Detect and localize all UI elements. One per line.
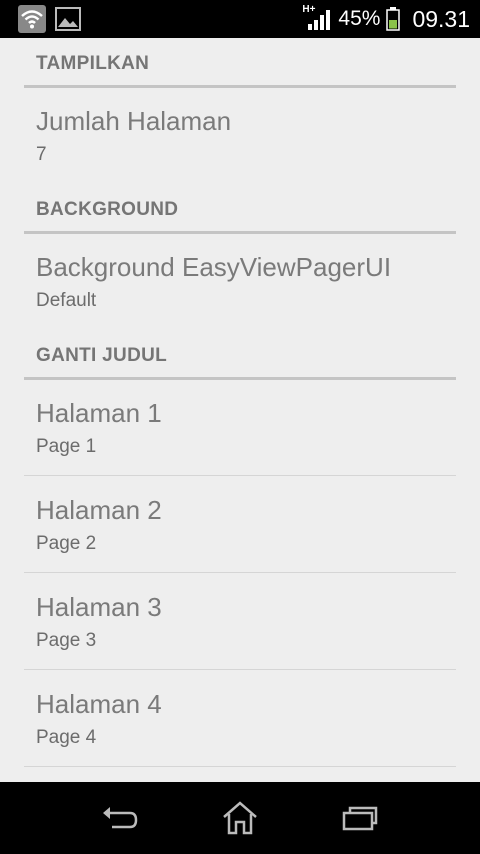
pref-title: Halaman 2	[36, 495, 162, 525]
navigation-bar	[0, 782, 480, 854]
home-icon	[223, 801, 257, 835]
pref-summary: Page 1	[36, 436, 97, 457]
recent-apps-icon	[342, 806, 378, 831]
battery-percent: 45%	[338, 7, 381, 30]
pref-summary: Default	[36, 290, 97, 311]
pref-background[interactable]: Background EasyViewPagerUI Default	[24, 232, 456, 328]
pref-halaman-1[interactable]: Halaman 1 Page 1	[24, 378, 456, 475]
pref-title: Halaman 3	[36, 592, 162, 622]
section-header-label: GANTI JUDUL	[36, 345, 168, 366]
home-button[interactable]	[210, 796, 270, 840]
status-bar: H+ 45% 09.31	[0, 0, 480, 38]
back-button[interactable]	[90, 796, 150, 840]
pref-title: Jumlah Halaman	[36, 106, 232, 136]
pref-title: Halaman 1	[36, 398, 162, 428]
clock: 09.31	[412, 5, 470, 32]
battery-icon	[386, 7, 401, 31]
pref-jumlah-halaman[interactable]: Jumlah Halaman 7	[24, 86, 456, 182]
list-divider	[24, 766, 456, 767]
pref-halaman-2[interactable]: Halaman 2 Page 2	[24, 476, 456, 572]
pref-title: Background EasyViewPagerUI	[36, 252, 392, 282]
pref-title: Halaman 4	[36, 689, 162, 719]
pref-summary: 7	[36, 144, 47, 165]
preferences-list: TAMPILKAN Jumlah Halaman 7 BACKGROUND Ba…	[0, 38, 480, 782]
section-header-label: TAMPILKAN	[36, 53, 150, 74]
back-icon	[103, 807, 138, 829]
section-header-ganti-judul: GANTI JUDUL	[24, 328, 456, 380]
wifi-icon	[18, 5, 46, 33]
section-header-tampilkan: TAMPILKAN	[24, 38, 456, 88]
pref-halaman-3[interactable]: Halaman 3 Page 3	[24, 573, 456, 669]
pref-summary: Page 4	[36, 727, 97, 748]
pref-halaman-4[interactable]: Halaman 4 Page 4	[24, 670, 456, 766]
recent-apps-button[interactable]	[330, 796, 390, 840]
pref-summary: Page 3	[36, 630, 97, 651]
image-icon	[54, 5, 82, 33]
signal-icon: H+	[302, 4, 332, 32]
section-header-label: BACKGROUND	[36, 199, 179, 220]
pref-summary: Page 2	[36, 533, 97, 554]
section-header-background: BACKGROUND	[24, 182, 456, 234]
